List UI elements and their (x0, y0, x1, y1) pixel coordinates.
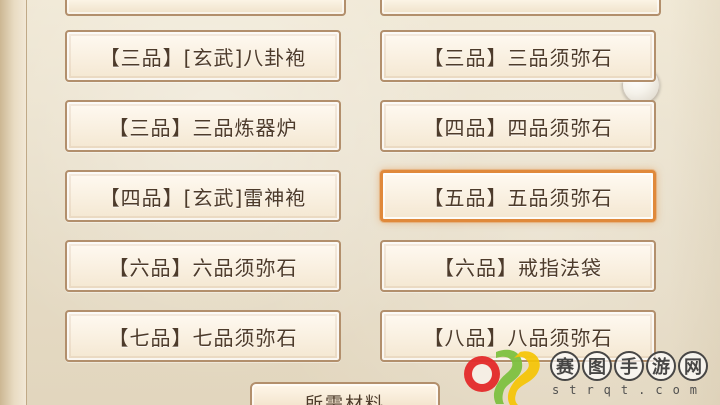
item-button[interactable]: 【三品】三品炼器炉 (65, 100, 341, 152)
item-label: 【四品】四品须弥石 (423, 115, 613, 140)
item-button-selected[interactable]: 【五品】五品须弥石 (380, 170, 656, 222)
materials-tab-label: 所需材料 (305, 394, 385, 405)
item-button[interactable]: 【八品】八品须弥石 (380, 310, 656, 362)
item-label: 【六品】戒指法袋 (434, 255, 602, 280)
item-label: 【三品】[玄武]八卦袍 (99, 45, 307, 70)
item-button[interactable]: 【三品】[玄武]八卦袍 (65, 30, 341, 82)
item-button[interactable]: 【三品】三品须弥石 (380, 30, 656, 82)
item-label: 【五品】五品须弥石 (423, 185, 613, 210)
item-grid: 【三品】[玄武]八卦袍 【三品】三品须弥石 【三品】三品炼器炉 【四品】四品须弥… (0, 0, 720, 405)
crafting-screen: 【三品】[玄武]八卦袍 【三品】三品须弥石 【三品】三品炼器炉 【四品】四品须弥… (0, 0, 720, 405)
item-label: 【三品】三品炼器炉 (108, 115, 298, 140)
item-button[interactable]: 【四品】[玄武]雷神袍 (65, 170, 341, 222)
item-button[interactable]: 【七品】七品须弥石 (65, 310, 341, 362)
materials-tab[interactable]: 所需材料 (250, 382, 440, 405)
item-label: 【八品】八品须弥石 (423, 325, 613, 350)
item-label: 【四品】[玄武]雷神袍 (99, 185, 307, 210)
item-label: 【六品】六品须弥石 (108, 255, 298, 280)
item-label: 【三品】三品须弥石 (423, 45, 613, 70)
item-button[interactable]: 【六品】戒指法袋 (380, 240, 656, 292)
item-label: 【七品】七品须弥石 (108, 325, 298, 350)
item-button[interactable]: 【六品】六品须弥石 (65, 240, 341, 292)
item-button[interactable]: 【四品】四品须弥石 (380, 100, 656, 152)
